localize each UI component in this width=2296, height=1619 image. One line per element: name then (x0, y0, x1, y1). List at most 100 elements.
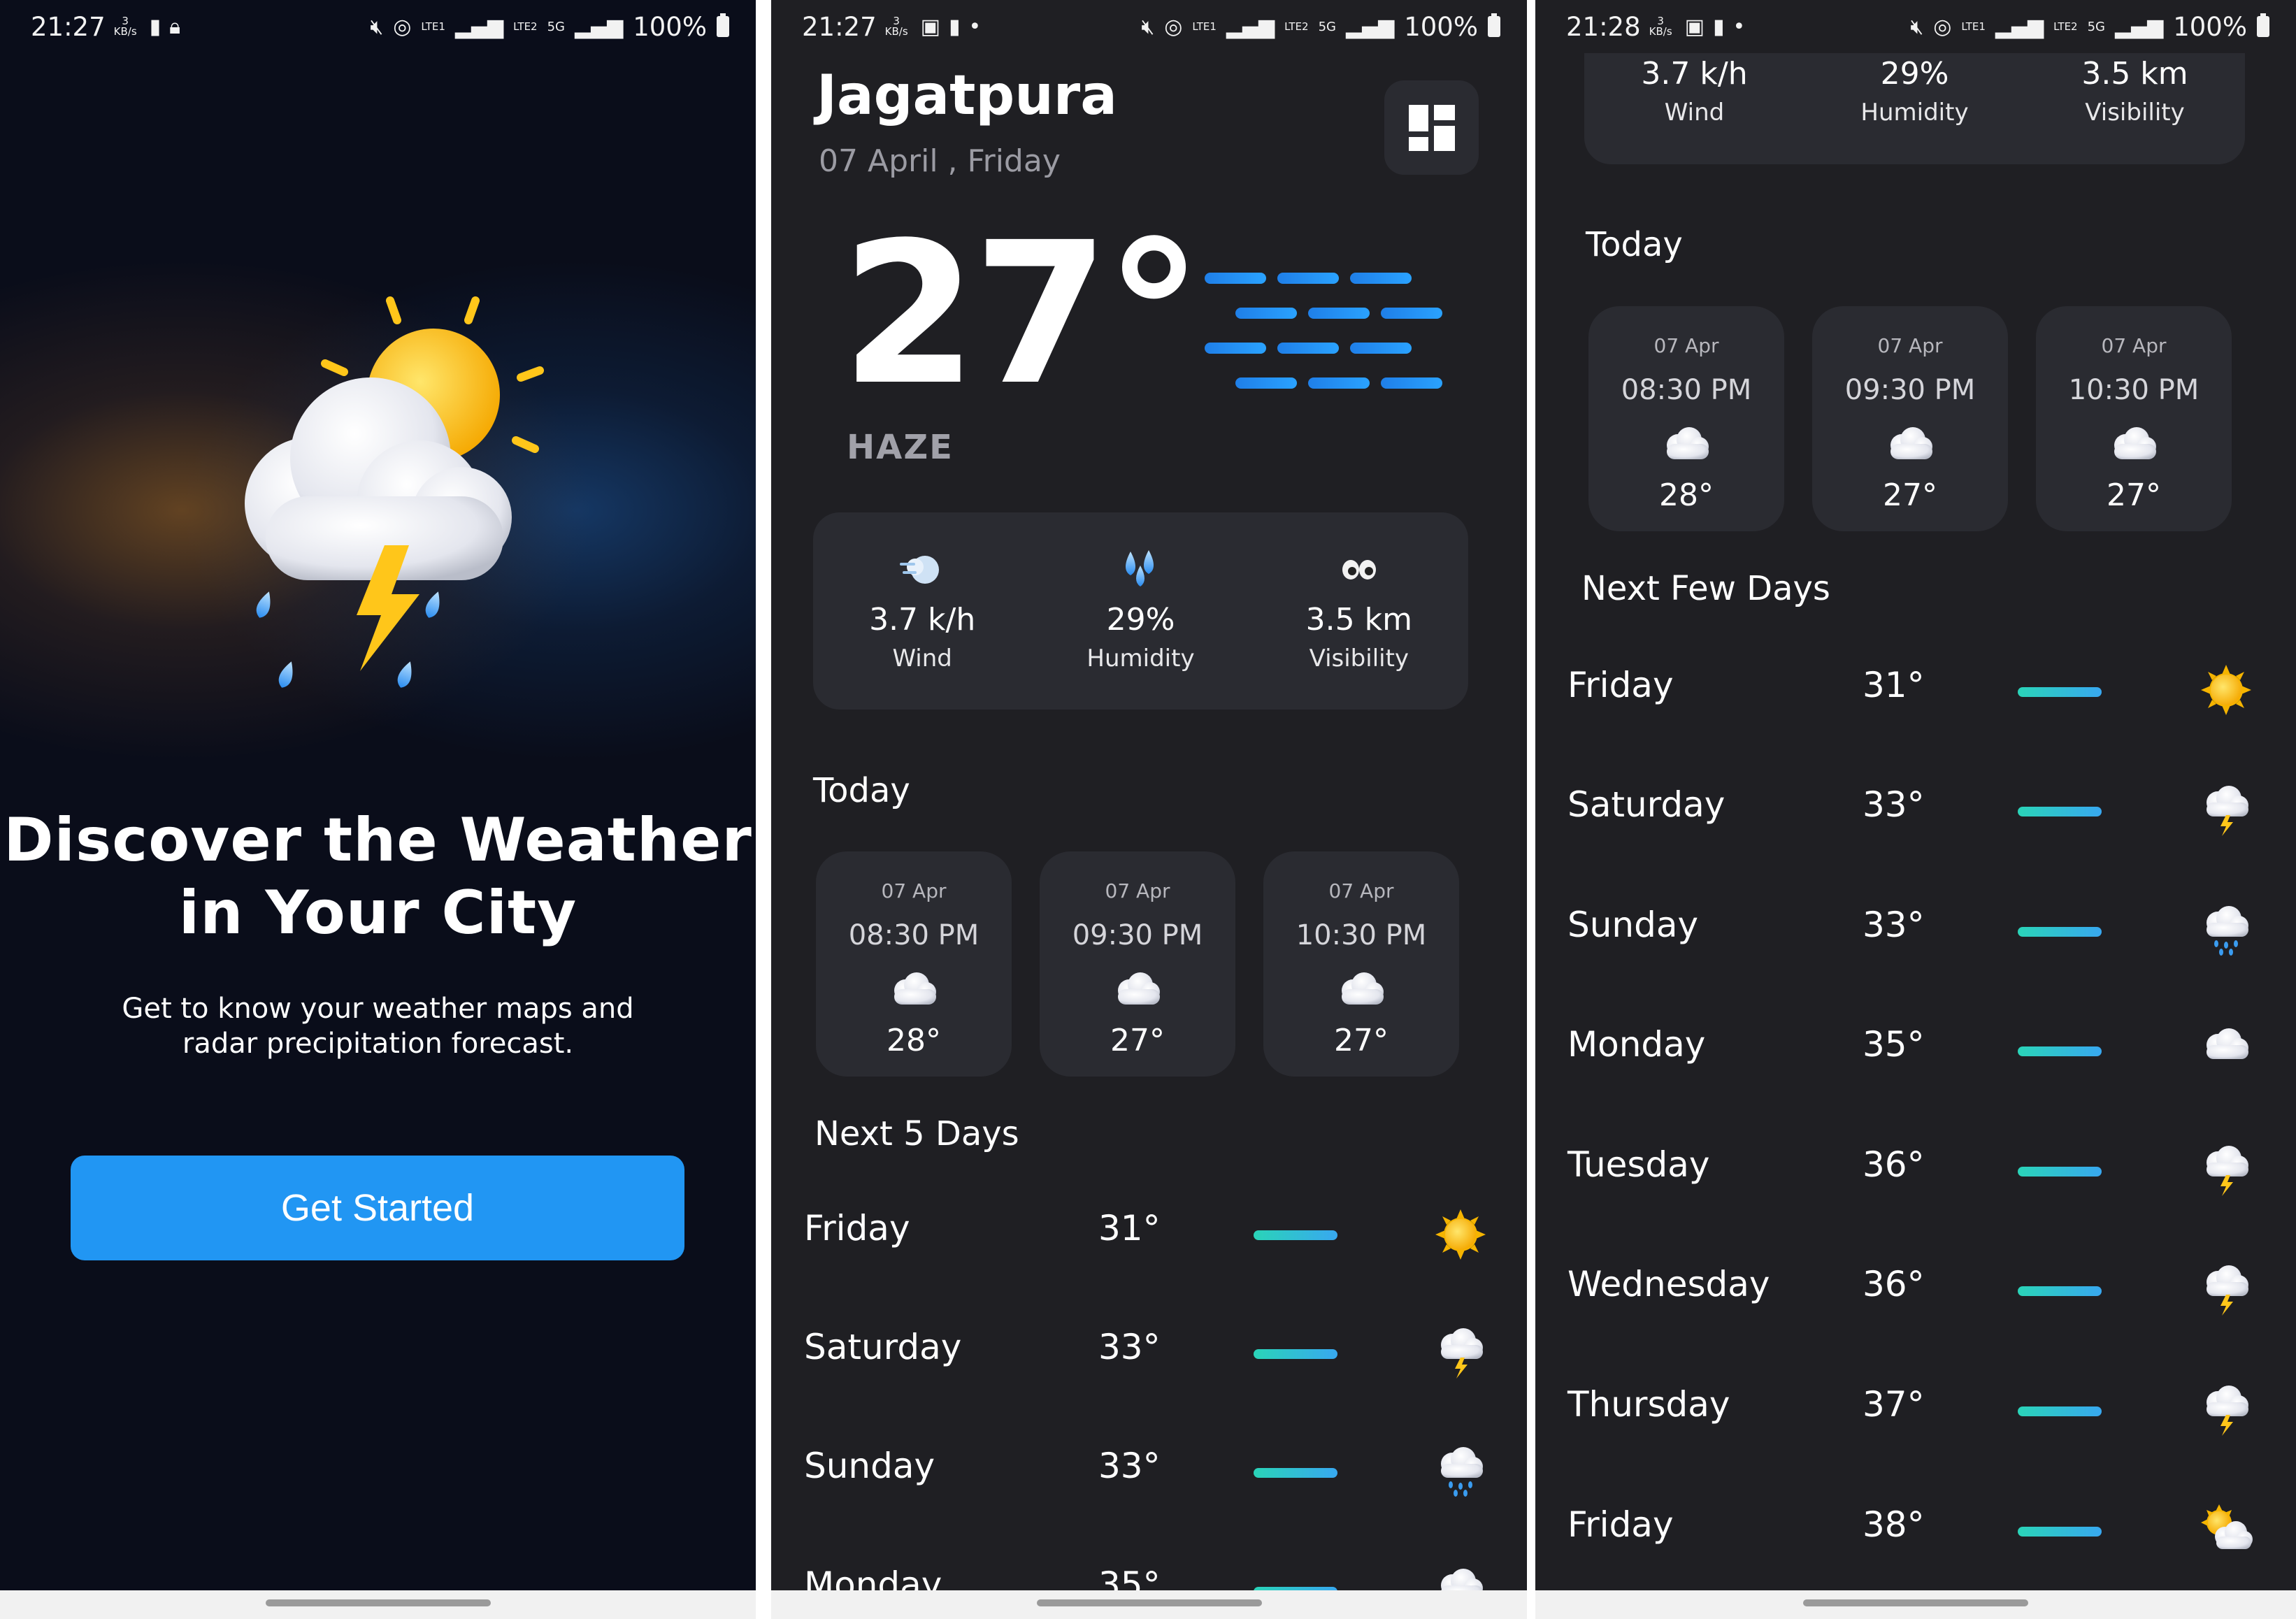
forecast-temp: 38° (1863, 1504, 1925, 1545)
humidity-icon (1126, 550, 1154, 587)
forecast-temp: 33° (1098, 1327, 1161, 1367)
temperature-bar (2018, 927, 2102, 937)
forecast-row[interactable]: Friday 31° (1535, 665, 2296, 784)
humidity-value: 29% (1106, 602, 1175, 638)
status-bar: 21:28 3 KB/s ▣ ▮ • 🔇︎ ◎ LTE1 ▂▄▆ LTE2 5G ▂▄… (1535, 0, 2296, 53)
sim-card-icon: ▮ (149, 14, 162, 39)
status-right: 🔇︎ ◎ LTE1 ▂▄▆ LTE2 5G ▂▄▆ 100% (1141, 12, 1500, 42)
mute-icon: 🔇︎ (1910, 14, 1924, 39)
hourly-temp: 27° (1883, 477, 1937, 513)
gesture-navigation-bar (771, 1590, 1527, 1619)
notification-icons: ▮ 🔒︎ (150, 15, 180, 39)
forecast-day: Saturday (1567, 784, 1725, 825)
visibility-stat: 3.5 km Visibility (2025, 56, 2245, 164)
network-type: 5G (547, 19, 565, 34)
forecast-day: Friday (1567, 665, 1674, 705)
notification-icons: ▣ ▮ • (921, 15, 982, 39)
get-started-button[interactable]: Get Started (71, 1156, 684, 1260)
current-date: 07 April , Friday (819, 143, 1061, 179)
temperature-bar (1254, 1349, 1337, 1359)
forecast-row[interactable]: Tuesday 36° (1535, 1144, 2296, 1263)
forecast-temp: 35° (1863, 1024, 1925, 1065)
forecast-day: Wednesday (1567, 1264, 1770, 1304)
wind-value: 3.7 k/h (869, 602, 976, 638)
wind-value: 3.7 k/h (1641, 56, 1748, 92)
visibility-label: Visibility (2085, 99, 2185, 127)
signal-lte2: LTE2 (513, 20, 538, 33)
hourly-card[interactable]: 07 Apr 10:30 PM 27° (2036, 306, 2232, 531)
hourly-date: 07 Apr (1105, 879, 1170, 902)
temperature-bar (2018, 1046, 2102, 1056)
temperature-bar (2018, 1167, 2102, 1177)
weather-condition: HAZE (847, 428, 954, 467)
data-speed-unit: KB/s (1649, 25, 1672, 38)
forecast-temp: 31° (1098, 1208, 1161, 1249)
hourly-card[interactable]: 07 Apr 09:30 PM 27° (1812, 306, 2008, 531)
signal-bars-1-icon: ▂▄▆ (454, 14, 504, 39)
forecast-row[interactable]: Friday 31° (771, 1208, 1527, 1327)
forecast-row[interactable]: Saturday 33° (1535, 784, 2296, 903)
battery-icon (717, 13, 729, 37)
forecast-row[interactable]: Sunday 33° (771, 1446, 1527, 1564)
forecast-row[interactable]: Sunday 33° (1535, 905, 2296, 1023)
current-temperature: 27° (841, 201, 1203, 429)
cloud-icon (1667, 427, 1709, 459)
hourly-temp: 27° (1334, 1023, 1389, 1058)
cloud-icon (2114, 427, 2156, 459)
onboarding-headline: Discover the Weather in Your City (3, 805, 752, 948)
forecast-row[interactable]: Thursday 37° (1535, 1384, 2296, 1503)
temperature-bar (2018, 807, 2102, 816)
humidity-label: Humidity (1086, 645, 1195, 672)
forecast-temp: 31° (1863, 665, 1925, 705)
status-time: 21:27 (802, 11, 877, 42)
forecast-day: Monday (1567, 1024, 1706, 1065)
network-type: 5G (1318, 19, 1336, 34)
dashboard-button[interactable] (1384, 80, 1479, 175)
data-speed: 3 KB/s (885, 16, 908, 37)
forecast-temp: 37° (1863, 1384, 1925, 1425)
hourly-date: 07 Apr (1653, 334, 1719, 357)
home-indicator[interactable] (1803, 1599, 2028, 1606)
temperature-bar (1254, 1468, 1337, 1478)
status-right: 🔇︎ ◎ LTE1 ▂▄▆ LTE2 5G ▂▄▆ 100% (1910, 12, 2269, 42)
hourly-temp: 27° (2107, 477, 2161, 513)
forecast-day: Saturday (804, 1327, 962, 1367)
hotspot-icon: ◎ (393, 14, 412, 39)
temperature-bar (2018, 1527, 2102, 1537)
hourly-card[interactable]: 07 Apr 09:30 PM 27° (1040, 851, 1235, 1077)
forecast-day: Tuesday (1567, 1144, 1710, 1185)
forecast-row[interactable]: Wednesday 36° (1535, 1264, 2296, 1383)
home-indicator[interactable] (1036, 1599, 1262, 1606)
notification-icons: ▣ ▮ • (1685, 15, 1746, 39)
status-right: 🔇︎ ◎ LTE1 ▂▄▆ LTE2 5G ▂▄▆ 100% (370, 12, 729, 42)
hourly-card[interactable]: 07 Apr 08:30 PM 28° (816, 851, 1012, 1077)
cloud-icon (1342, 972, 1384, 1005)
hourly-temp: 28° (1659, 477, 1714, 513)
data-speed: 3 KB/s (1649, 16, 1672, 37)
home-indicator[interactable] (265, 1599, 491, 1606)
haze-icon (1205, 273, 1442, 389)
forecast-row[interactable]: Saturday 33° (771, 1327, 1527, 1446)
signal-lte1: LTE1 (1192, 20, 1217, 33)
forecast-row[interactable]: Monday 35° (1535, 1024, 2296, 1143)
sim-card-icon: ▮ (1713, 14, 1725, 39)
signal-lte1: LTE1 (1961, 20, 1986, 33)
mute-icon: 🔇︎ (370, 14, 384, 39)
battery-icon (2257, 13, 2269, 37)
hourly-date: 07 Apr (1877, 334, 1943, 357)
visibility-label: Visibility (1309, 645, 1409, 672)
visibility-value: 3.5 km (1305, 602, 1412, 638)
signal-lte1: LTE1 (421, 20, 445, 33)
hourly-card[interactable]: 07 Apr 08:30 PM 28° (1588, 306, 1784, 531)
battery-percent: 100% (633, 11, 707, 42)
forecast-day: Friday (804, 1208, 910, 1249)
hourly-card[interactable]: 07 Apr 10:30 PM 27° (1263, 851, 1459, 1077)
temperature-bar (2018, 687, 2102, 697)
hourly-time: 09:30 PM (1844, 374, 1976, 406)
humidity-label: Humidity (1860, 99, 1969, 127)
gallery-icon: ▣ (1684, 14, 1705, 39)
humidity-stat: 29% Humidity (1031, 547, 1249, 710)
battery-percent: 100% (2173, 11, 2247, 42)
forecast-day: Thursday (1567, 1384, 1730, 1425)
mute-icon: 🔇︎ (1141, 14, 1155, 39)
